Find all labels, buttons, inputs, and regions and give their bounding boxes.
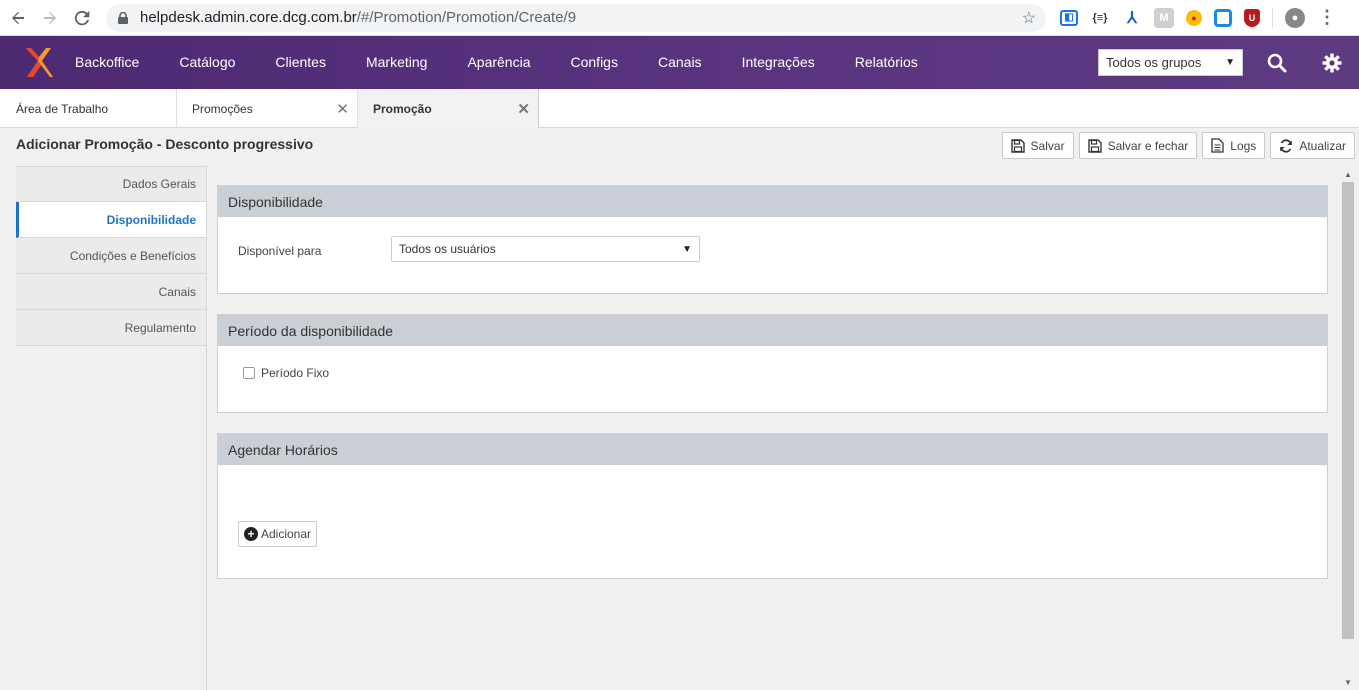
floppy-disk-icon bbox=[1087, 138, 1102, 153]
save-and-close-button[interactable]: Salvar e fechar bbox=[1078, 132, 1198, 159]
extensions-bar: ◧ {≡} ⅄ M ● U ● ⋮ bbox=[1060, 7, 1337, 28]
toolbar-separator bbox=[1272, 7, 1273, 28]
lock-icon bbox=[116, 11, 130, 25]
browser-menu-icon[interactable]: ⋮ bbox=[1317, 7, 1337, 28]
dropdown-arrow-icon: ▼ bbox=[1225, 57, 1235, 68]
extension-3-icon[interactable]: ⅄ bbox=[1122, 8, 1142, 28]
available-for-value: Todos os usuários bbox=[399, 242, 496, 256]
nav-disponibilidade[interactable]: Disponibilidade bbox=[16, 202, 206, 238]
available-for-select[interactable]: Todos os usuários ▼ bbox=[391, 236, 700, 262]
reload-icon[interactable] bbox=[66, 2, 98, 34]
section-nav: Dados Gerais Disponibilidade Condições e… bbox=[16, 166, 207, 690]
tab-promocao[interactable]: Promoção ✕ bbox=[358, 89, 539, 128]
menu-marketing[interactable]: Marketing bbox=[346, 36, 447, 89]
floppy-disk-icon bbox=[1010, 138, 1025, 153]
menu-clientes[interactable]: Clientes bbox=[255, 36, 346, 89]
back-arrow-icon[interactable] bbox=[2, 2, 34, 34]
scroll-down-arrow-icon[interactable]: ▼ bbox=[1341, 674, 1355, 690]
page-header: Adicionar Promoção - Desconto progressiv… bbox=[0, 128, 1359, 166]
group-select-value: Todos os grupos bbox=[1106, 55, 1202, 70]
extension-m-icon[interactable]: M bbox=[1154, 7, 1174, 28]
workspace-tabs: Área de Trabalho Promoções ✕ Promoção ✕ bbox=[0, 89, 1359, 128]
tab-label: Promoções bbox=[192, 101, 253, 116]
refresh-button[interactable]: Atualizar bbox=[1270, 132, 1355, 159]
url-text: helpdesk.admin.core.dcg.com.br/#/Promoti… bbox=[140, 9, 577, 26]
nav-canais[interactable]: Canais bbox=[16, 274, 206, 310]
menu-aparencia[interactable]: Aparência bbox=[447, 36, 550, 89]
document-icon bbox=[1211, 138, 1224, 153]
nav-regulamento[interactable]: Regulamento bbox=[16, 310, 206, 346]
browser-toolbar: helpdesk.admin.core.dcg.com.br/#/Promoti… bbox=[0, 0, 1359, 36]
add-label: Adicionar bbox=[261, 527, 312, 541]
fixed-period-row: Período Fixo bbox=[243, 366, 329, 380]
refresh-icon bbox=[1280, 138, 1293, 153]
close-icon[interactable]: ✕ bbox=[336, 100, 349, 118]
logs-button[interactable]: Logs bbox=[1202, 132, 1266, 159]
tab-label: Promoção bbox=[373, 101, 432, 116]
group-select[interactable]: Todos os grupos ▼ bbox=[1098, 49, 1243, 76]
save-and-close-label: Salvar e fechar bbox=[1107, 138, 1189, 153]
page-title: Adicionar Promoção - Desconto progressiv… bbox=[16, 136, 314, 152]
save-label: Salvar bbox=[1030, 138, 1065, 153]
logs-label: Logs bbox=[1230, 138, 1257, 153]
profile-avatar[interactable]: ● bbox=[1285, 7, 1305, 28]
menu-configs[interactable]: Configs bbox=[551, 36, 638, 89]
menu-backoffice[interactable]: Backoffice bbox=[75, 36, 159, 89]
ublock-icon[interactable]: U bbox=[1244, 8, 1260, 27]
gear-icon[interactable] bbox=[1304, 36, 1359, 89]
available-for-label: Disponível para bbox=[238, 244, 322, 258]
schedule-panel: Agendar Horários + Adicionar bbox=[217, 433, 1328, 579]
panel-title: Agendar Horários bbox=[218, 434, 1327, 465]
page-actions: Salvar Salvar e fechar Logs Atualizar bbox=[1001, 132, 1355, 159]
vertical-scrollbar[interactable]: ▲ ▼ bbox=[1341, 166, 1355, 690]
main-menu: Backoffice Catálogo Clientes Marketing A… bbox=[75, 36, 938, 89]
menu-relatorios[interactable]: Relatórios bbox=[835, 36, 938, 89]
tab-label: Área de Trabalho bbox=[16, 101, 109, 116]
close-icon[interactable]: ✕ bbox=[517, 100, 530, 118]
forward-arrow-icon[interactable] bbox=[34, 2, 66, 34]
nav-condicoes-beneficios[interactable]: Condições e Benefícios bbox=[16, 238, 206, 274]
app-header: Backoffice Catálogo Clientes Marketing A… bbox=[0, 36, 1359, 89]
availability-panel: Disponibilidade Disponível para Todos os… bbox=[217, 185, 1328, 294]
menu-catalogo[interactable]: Catálogo bbox=[159, 36, 255, 89]
extension-5-icon[interactable]: ● bbox=[1186, 9, 1202, 26]
period-panel: Período da disponibilidade Período Fixo bbox=[217, 314, 1328, 413]
fixed-period-checkbox[interactable] bbox=[243, 367, 255, 379]
scrollbar-thumb[interactable] bbox=[1342, 182, 1354, 639]
search-icon[interactable] bbox=[1249, 36, 1304, 89]
save-button[interactable]: Salvar bbox=[1001, 132, 1074, 159]
refresh-label: Atualizar bbox=[1299, 138, 1346, 153]
tab-promocoes[interactable]: Promoções ✕ bbox=[177, 89, 358, 128]
panel-title: Disponibilidade bbox=[218, 186, 1327, 217]
plus-circle-icon: + bbox=[244, 527, 258, 541]
scroll-up-arrow-icon[interactable]: ▲ bbox=[1341, 166, 1355, 182]
brand-logo[interactable] bbox=[16, 36, 60, 89]
panel-title: Período da disponibilidade bbox=[218, 315, 1327, 346]
main-form: Disponibilidade Disponível para Todos os… bbox=[217, 185, 1328, 599]
extension-6-icon[interactable] bbox=[1214, 8, 1232, 27]
bookmark-star-icon[interactable]: ☆ bbox=[1022, 8, 1036, 28]
content-area: Dados Gerais Disponibilidade Condições e… bbox=[0, 166, 1359, 690]
menu-canais[interactable]: Canais bbox=[638, 36, 722, 89]
tab-area-de-trabalho[interactable]: Área de Trabalho bbox=[0, 89, 177, 128]
add-schedule-button[interactable]: + Adicionar bbox=[238, 521, 318, 547]
dropdown-arrow-icon: ▼ bbox=[682, 243, 692, 255]
address-bar[interactable]: helpdesk.admin.core.dcg.com.br/#/Promoti… bbox=[106, 3, 1046, 32]
json-extension-icon[interactable]: {≡} bbox=[1090, 8, 1110, 28]
menu-integracoes[interactable]: Integrações bbox=[722, 36, 835, 89]
extension-1-icon[interactable]: ◧ bbox=[1060, 9, 1078, 26]
fixed-period-label[interactable]: Período Fixo bbox=[261, 366, 329, 380]
nav-dados-gerais[interactable]: Dados Gerais bbox=[16, 166, 206, 202]
